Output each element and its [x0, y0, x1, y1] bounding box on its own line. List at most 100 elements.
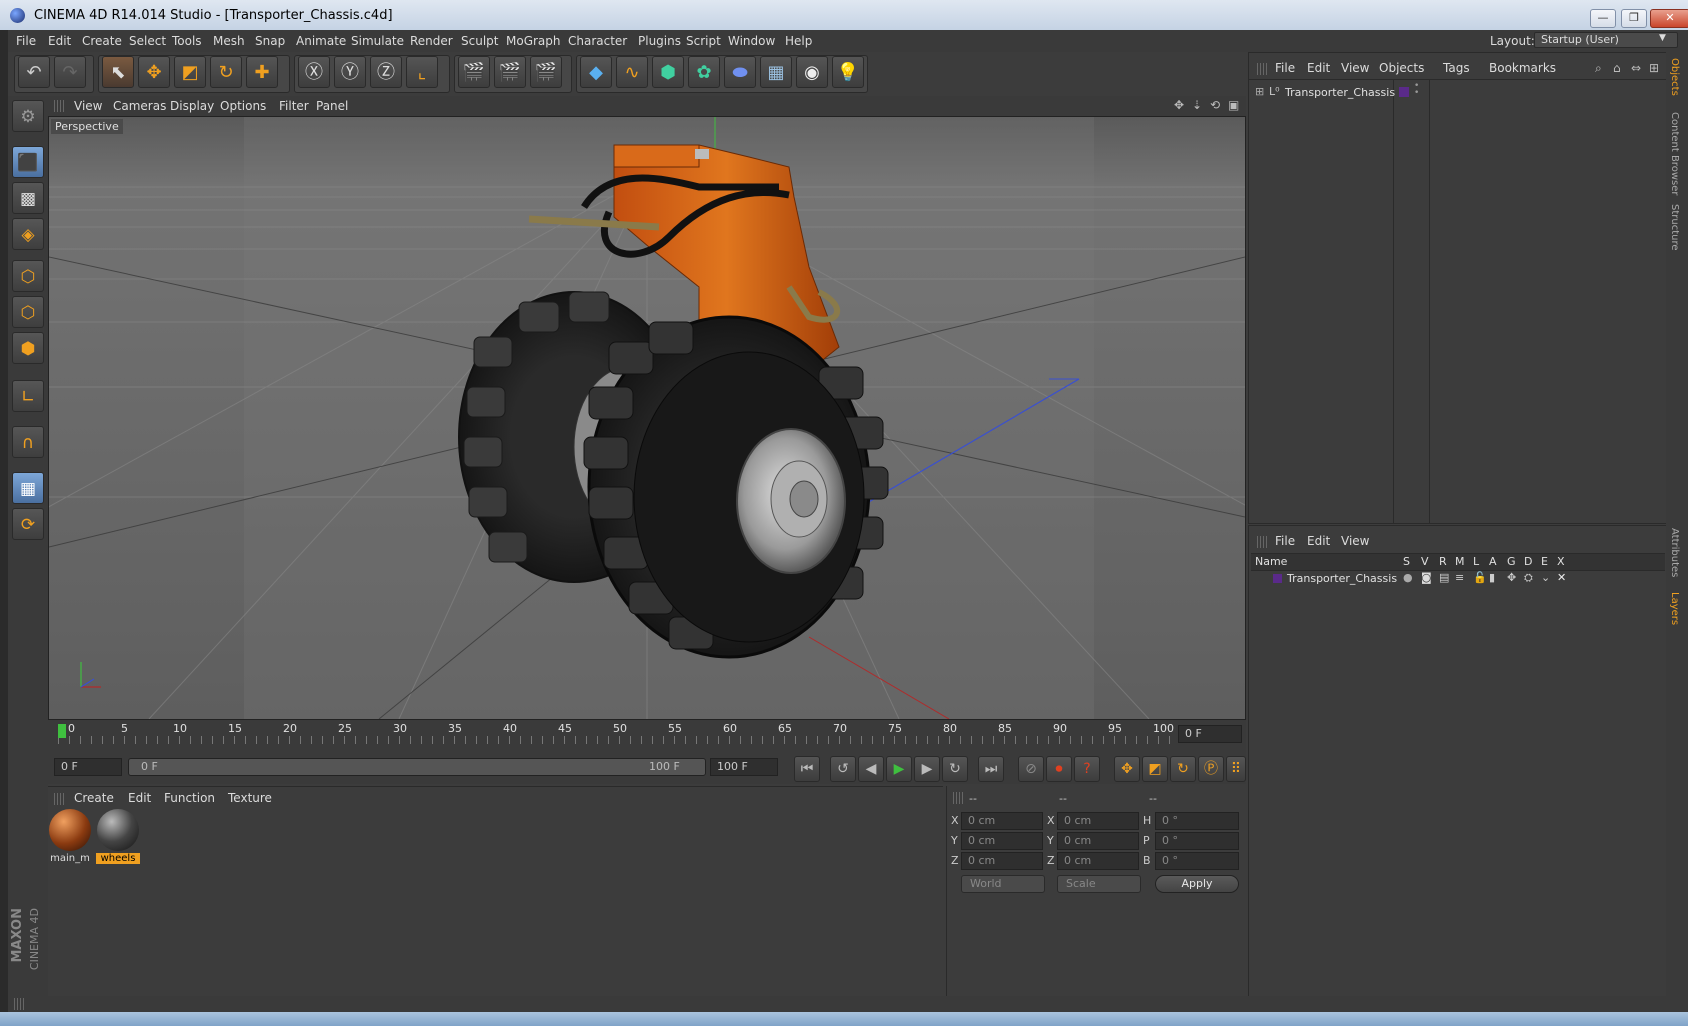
y-axis-icon[interactable]: Ⓨ: [334, 56, 366, 88]
model-mode-icon[interactable]: ⬛: [12, 146, 44, 178]
object-menu-tags[interactable]: Tags: [1443, 61, 1470, 75]
restore-button[interactable]: ❐: [1621, 9, 1647, 28]
viewport-menu-options[interactable]: Options: [220, 99, 266, 113]
menu-tools[interactable]: Tools: [172, 34, 202, 48]
live-selection-icon[interactable]: ⬉: [102, 56, 134, 88]
menu-file[interactable]: File: [16, 34, 36, 48]
minimize-button[interactable]: —: [1590, 9, 1616, 28]
menu-plugins[interactable]: Plugins: [638, 34, 681, 48]
material-menu-texture[interactable]: Texture: [228, 791, 272, 805]
texture-mode-icon[interactable]: ▩: [12, 182, 44, 214]
tab-attributes[interactable]: Attributes: [1669, 528, 1680, 577]
redo-icon[interactable]: ↷: [54, 56, 86, 88]
menu-create[interactable]: Create: [82, 34, 122, 48]
next-key-icon[interactable]: ↻: [942, 756, 968, 782]
tab-structure[interactable]: Structure: [1669, 204, 1680, 251]
z-axis-icon[interactable]: Ⓩ: [370, 56, 402, 88]
object-menu-file[interactable]: File: [1275, 61, 1295, 75]
menu-select[interactable]: Select: [129, 34, 166, 48]
position-z-field[interactable]: 0 cm: [961, 852, 1043, 870]
object-menu-bookmarks[interactable]: Bookmarks: [1489, 61, 1556, 75]
size-y-field[interactable]: 0 cm: [1057, 832, 1139, 850]
scale-icon[interactable]: ◩: [174, 56, 206, 88]
material-menu-edit[interactable]: Edit: [128, 791, 151, 805]
frame-range-slider[interactable]: 0 F 100 F: [128, 758, 706, 776]
animation-toggle-icon[interactable]: ▮: [1489, 571, 1495, 584]
size-z-field[interactable]: 0 cm: [1057, 852, 1139, 870]
undo-icon[interactable]: ↶: [18, 56, 50, 88]
status-grip-icon[interactable]: [14, 998, 24, 1010]
generators-toggle-icon[interactable]: ✥: [1507, 571, 1516, 584]
render-settings-icon[interactable]: 🎬: [530, 56, 562, 88]
object-manager-grip-icon[interactable]: [1257, 63, 1267, 75]
close-button[interactable]: ✕: [1650, 9, 1688, 28]
menu-mograph[interactable]: MoGraph: [506, 34, 561, 48]
menu-snap[interactable]: Snap: [255, 34, 285, 48]
menu-mesh[interactable]: Mesh: [213, 34, 245, 48]
material-main-m[interactable]: main_m: [48, 809, 92, 867]
perspective-viewport[interactable]: Perspective: [48, 116, 1246, 720]
xref-toggle-icon[interactable]: ✕: [1557, 571, 1566, 584]
deformers-toggle-icon[interactable]: ⛭: [1524, 571, 1533, 585]
menu-render[interactable]: Render: [410, 34, 453, 48]
previous-key-icon[interactable]: ↺: [830, 756, 856, 782]
rotation-h-field[interactable]: 0 °: [1155, 812, 1239, 830]
menu-character[interactable]: Character: [568, 34, 627, 48]
viewport-move-icon[interactable]: ✥: [1174, 98, 1184, 112]
material-menu-function[interactable]: Function: [164, 791, 215, 805]
view-toggle-icon[interactable]: ◙: [1421, 571, 1432, 584]
menu-simulate[interactable]: Simulate: [351, 34, 404, 48]
deformer-icon[interactable]: ⬬: [724, 56, 756, 88]
key-pla-icon[interactable]: ⠿: [1226, 756, 1246, 782]
layer-manager-grip-icon[interactable]: [1257, 536, 1267, 548]
menu-edit[interactable]: Edit: [48, 34, 71, 48]
menu-window[interactable]: Window: [728, 34, 775, 48]
end-frame-field[interactable]: 100 F: [710, 758, 778, 776]
workplane-lock-icon[interactable]: ▦: [12, 472, 44, 504]
solo-toggle-icon[interactable]: ●: [1403, 571, 1413, 584]
object-name[interactable]: Transporter_Chassis: [1285, 86, 1395, 99]
make-editable-icon[interactable]: ⚙: [12, 100, 44, 132]
column-render[interactable]: R: [1439, 555, 1447, 568]
expand-icon[interactable]: ⊞: [1255, 85, 1264, 98]
layer-row[interactable]: Transporter_Chassis ● ◙ ▤ ≡ 🔓 ▮ ✥ ⛭ ⌄ ✕: [1251, 570, 1665, 586]
layer-name[interactable]: Transporter_Chassis: [1287, 572, 1397, 585]
floor-icon[interactable]: ▦: [760, 56, 792, 88]
snap-magnet-icon[interactable]: ∩: [12, 426, 44, 458]
render-view-icon[interactable]: 🎬: [458, 56, 490, 88]
expressions-toggle-icon[interactable]: ⌄: [1541, 571, 1550, 584]
edges-mode-icon[interactable]: ⬡: [12, 296, 44, 328]
next-frame-icon[interactable]: ▶: [914, 756, 940, 782]
position-x-field[interactable]: 0 cm: [961, 812, 1043, 830]
column-xref[interactable]: X: [1557, 555, 1565, 568]
soft-selection-icon[interactable]: ⟳: [12, 508, 44, 540]
column-animation[interactable]: A: [1489, 555, 1497, 568]
render-toggle-icon[interactable]: ▤: [1439, 571, 1449, 584]
menu-script[interactable]: Script: [686, 34, 721, 48]
column-name[interactable]: Name: [1255, 555, 1287, 568]
layer-menu-view[interactable]: View: [1341, 534, 1369, 548]
lock-toggle-icon[interactable]: 🔓: [1473, 571, 1487, 584]
play-icon[interactable]: ▶: [886, 756, 912, 782]
object-home-icon[interactable]: ⌂: [1613, 61, 1621, 75]
polygons-mode-icon[interactable]: ⬢: [12, 332, 44, 364]
start-frame-field[interactable]: 0 F: [54, 758, 122, 776]
nurbs-icon[interactable]: ⬢: [652, 56, 684, 88]
array-icon[interactable]: ✿: [688, 56, 720, 88]
column-solo[interactable]: S: [1403, 555, 1410, 568]
material-wheels[interactable]: wheels: [96, 809, 140, 867]
object-search-icon[interactable]: ⌕: [1595, 61, 1602, 76]
position-y-field[interactable]: 0 cm: [961, 832, 1043, 850]
x-axis-icon[interactable]: Ⓧ: [298, 56, 330, 88]
viewport-menu-display[interactable]: Display: [170, 99, 214, 113]
column-view[interactable]: V: [1421, 555, 1429, 568]
viewport-menu-view[interactable]: View: [74, 99, 102, 113]
menu-animate[interactable]: Animate: [296, 34, 346, 48]
size-x-field[interactable]: 0 cm: [1057, 812, 1139, 830]
column-locked[interactable]: L: [1473, 555, 1479, 568]
material-manager-grip-icon[interactable]: [54, 793, 64, 805]
viewport-maximize-icon[interactable]: ▣: [1228, 98, 1239, 112]
record-keys-icon[interactable]: ⊘: [1018, 756, 1044, 782]
workplane-mode-icon[interactable]: ◈: [12, 218, 44, 250]
coordinate-system-icon[interactable]: ⌞: [406, 56, 438, 88]
